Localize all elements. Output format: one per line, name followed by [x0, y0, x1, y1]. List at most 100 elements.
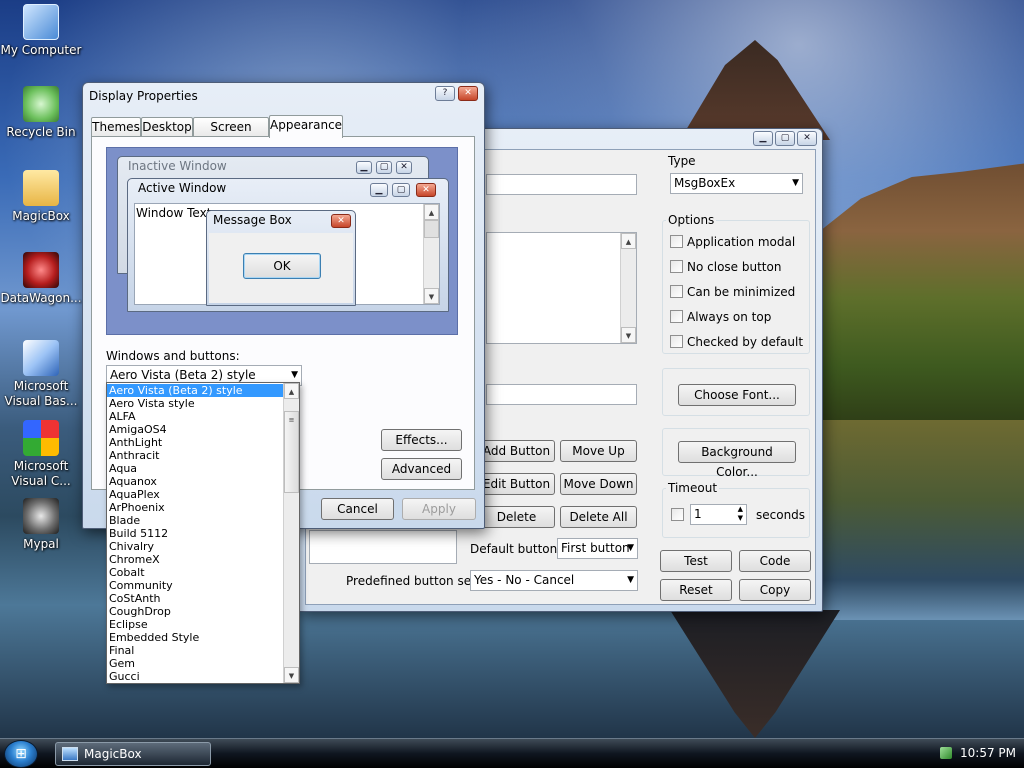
timeout-input[interactable]: 1 ▲ ▼ — [690, 504, 747, 525]
desktop-icon-recycle-bin[interactable]: Recycle Bin — [0, 86, 82, 140]
predefined-button-sets-select[interactable]: Yes - No - Cancel ▼ — [470, 570, 638, 591]
timeout-checkbox[interactable] — [671, 508, 684, 521]
style-option[interactable]: Cobalt — [107, 566, 285, 579]
scroll-down-icon[interactable]: ▼ — [284, 667, 299, 683]
style-option[interactable]: Embedded Style — [107, 631, 285, 644]
move-up-button[interactable]: Move Up — [560, 440, 637, 462]
wallpaper-cliffs — [820, 163, 1024, 420]
style-option[interactable]: CoStAnth — [107, 592, 285, 605]
style-option[interactable]: Aero Vista style — [107, 397, 285, 410]
folder-icon — [23, 170, 59, 206]
apply-button[interactable]: Apply — [402, 498, 476, 520]
move-down-button[interactable]: Move Down — [560, 473, 637, 495]
help-icon[interactable]: ? — [435, 86, 455, 101]
no-close-button-checkbox[interactable]: No close button — [670, 260, 781, 276]
style-option[interactable]: ChromeX — [107, 553, 285, 566]
desktop-icon-magicbox[interactable]: MagicBox — [0, 170, 82, 224]
style-option[interactable]: Anthracit — [107, 449, 285, 462]
default-button-select[interactable]: First button ▼ — [557, 538, 638, 559]
desktop-icon-my-computer[interactable]: My Computer — [0, 4, 82, 58]
copy-button[interactable]: Copy — [739, 579, 811, 601]
edit-button-button[interactable]: Edit Button — [478, 473, 555, 495]
chevron-down-icon: ▼ — [627, 543, 634, 553]
checkbox-label: Application modal — [687, 235, 796, 249]
title-input[interactable] — [486, 174, 637, 195]
windows-and-buttons-dropdown[interactable]: Aero Vista (Beta 2) style Aero Vista styl… — [106, 382, 300, 684]
cancel-button[interactable]: Cancel — [321, 498, 394, 520]
desktop-icon-mypal[interactable]: Mypal — [0, 498, 82, 552]
reset-button[interactable]: Reset — [660, 579, 732, 601]
always-on-top-checkbox[interactable]: Always on top — [670, 310, 771, 326]
style-option[interactable]: Blade — [107, 514, 285, 527]
tab-themes[interactable]: Themes — [91, 117, 141, 137]
start-button[interactable]: ⊞ — [4, 740, 38, 768]
message-input[interactable]: ▲ ▼ — [486, 232, 637, 344]
tab-desktop[interactable]: Desktop — [141, 117, 193, 137]
style-option[interactable]: CoughDrop — [107, 605, 285, 618]
style-option[interactable]: Gem — [107, 657, 285, 670]
datawagon-icon — [23, 252, 59, 288]
style-option[interactable]: Community — [107, 579, 285, 592]
delete-all-button[interactable]: Delete All — [560, 506, 637, 528]
system-clock[interactable]: 10:57 PM — [960, 739, 1016, 767]
taskbar-magicbox-button[interactable]: MagicBox — [55, 742, 211, 766]
type-label: Type — [668, 154, 696, 168]
style-option[interactable]: AnthLight — [107, 436, 285, 449]
can-be-minimized-checkbox[interactable]: Can be minimized — [670, 285, 795, 301]
desktop-icon-datawagon[interactable]: DataWagon... — [0, 252, 82, 306]
desktop-icon-visual-c[interactable]: Microsoft Visual C... — [0, 420, 82, 489]
options-label: Options — [666, 213, 717, 227]
button-preview-box[interactable] — [309, 530, 457, 564]
scroll-down-icon: ▼ — [424, 288, 439, 304]
wallpaper-reflection — [670, 610, 840, 738]
visual-basic-icon — [23, 340, 59, 376]
tab-appearance[interactable]: Appearance — [269, 115, 343, 138]
desktop-icon-visual-basic[interactable]: Microsoft Visual Bas... — [0, 340, 82, 409]
style-option[interactable]: Final — [107, 644, 285, 657]
style-option[interactable]: Aquanox — [107, 475, 285, 488]
add-button-button[interactable]: Add Button — [478, 440, 555, 462]
type-select[interactable]: MsgBoxEx ▼ — [670, 173, 803, 194]
scroll-thumb[interactable]: ≡ — [284, 411, 299, 493]
delete-button[interactable]: Delete — [478, 506, 555, 528]
inactive-window-title: Inactive Window — [128, 159, 227, 173]
choose-font-button[interactable]: Choose Font... — [678, 384, 796, 406]
close-icon[interactable]: ✕ — [797, 131, 817, 146]
minimize-icon: ▁ — [370, 183, 388, 197]
close-icon: ✕ — [416, 183, 436, 197]
dropdown-scrollbar[interactable]: ▲ ≡ ▼ — [283, 383, 299, 683]
style-option[interactable]: Build 5112 — [107, 527, 285, 540]
style-option[interactable]: Chivalry — [107, 540, 285, 553]
application-modal-checkbox[interactable]: Application modal — [670, 235, 795, 251]
desktop-icon-label: Recycle Bin — [6, 125, 76, 139]
window-icon — [62, 747, 78, 761]
close-icon[interactable]: ✕ — [458, 86, 478, 101]
test-button[interactable]: Test — [660, 550, 732, 572]
font-sample-input[interactable] — [486, 384, 637, 405]
message-scrollbar[interactable]: ▲ ▼ — [620, 233, 636, 343]
scroll-up-icon[interactable]: ▲ — [621, 233, 636, 249]
style-option[interactable]: ArPhoenix — [107, 501, 285, 514]
style-option[interactable]: Aqua — [107, 462, 285, 475]
minimize-icon[interactable]: ▁ — [753, 131, 773, 146]
style-option[interactable]: AmigaOS4 — [107, 423, 285, 436]
checked-by-default-checkbox[interactable]: Checked by default — [670, 335, 803, 351]
scroll-down-icon[interactable]: ▼ — [621, 327, 636, 343]
background-color-button[interactable]: Background Color... — [678, 441, 796, 479]
timeout-label: Timeout — [666, 481, 720, 495]
code-button[interactable]: Code — [739, 550, 811, 572]
spin-arrows-icon[interactable]: ▲ ▼ — [738, 505, 743, 523]
tab-screen-saver[interactable]: Screen Saver — [193, 117, 269, 152]
network-icon[interactable] — [940, 747, 952, 759]
windows-and-buttons-label: Windows and buttons: — [106, 349, 240, 363]
scroll-up-icon[interactable]: ▲ — [284, 383, 299, 399]
effects-button[interactable]: Effects... — [381, 429, 462, 451]
style-option[interactable]: AquaPlex — [107, 488, 285, 501]
maximize-icon[interactable]: ▢ — [775, 131, 795, 146]
scroll-thumb — [424, 220, 439, 238]
style-option[interactable]: Aero Vista (Beta 2) style — [107, 384, 285, 397]
style-option[interactable]: Gucci — [107, 670, 285, 683]
style-option[interactable]: ALFA — [107, 410, 285, 423]
advanced-button[interactable]: Advanced — [381, 458, 462, 480]
style-option[interactable]: Eclipse — [107, 618, 285, 631]
